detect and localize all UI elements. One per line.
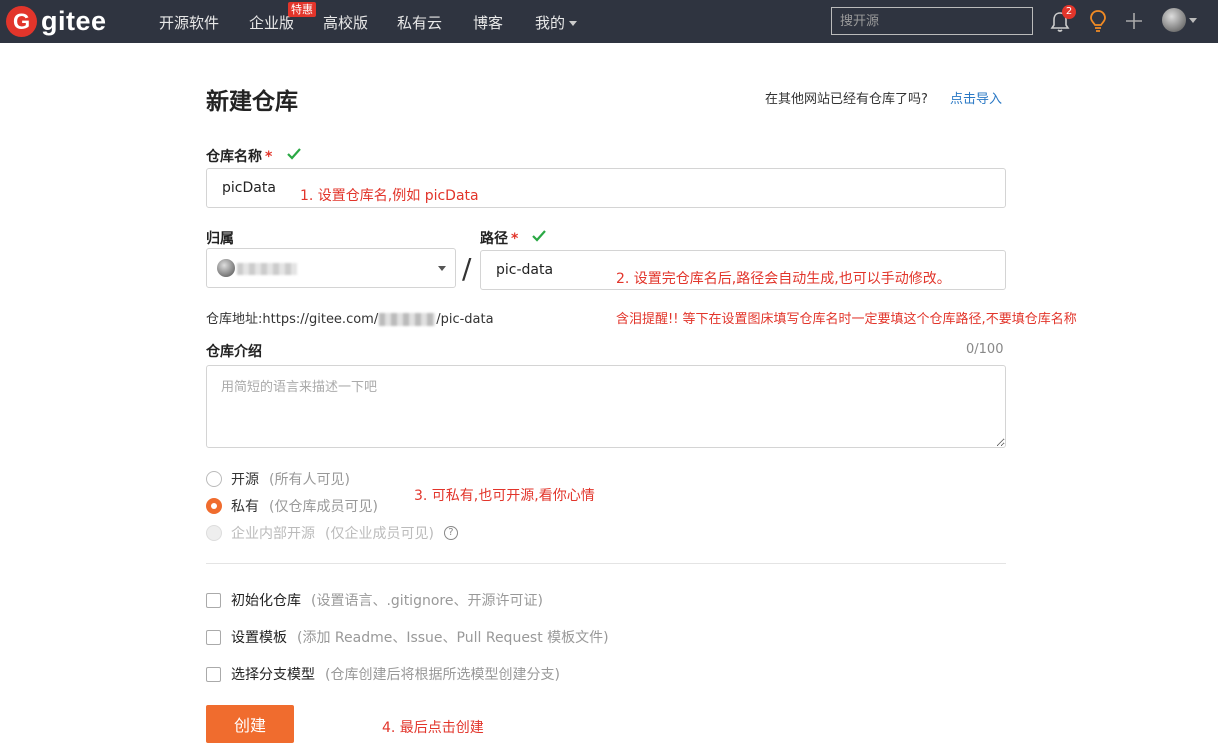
- import-question: 在其他网站已经有仓库了吗?: [765, 92, 928, 107]
- nav-blog[interactable]: 博客: [473, 12, 503, 33]
- owner-path-separator: /: [462, 252, 472, 285]
- question-mark-icon[interactable]: ?: [443, 526, 458, 540]
- plus-icon[interactable]: [1124, 11, 1144, 31]
- owner-label: 归属: [206, 231, 234, 247]
- option-branch-model-hint: (仓库创建后将根据所选模型创建分支): [325, 667, 560, 683]
- gitee-logo-text: gitee: [41, 6, 107, 36]
- checkbox-init-repo[interactable]: [206, 592, 221, 608]
- path-label: 路径 *: [480, 228, 518, 248]
- checkbox-branch-model[interactable]: [206, 666, 221, 682]
- option-init-repo-label: 初始化仓库: [231, 593, 301, 609]
- nav-mine-menu[interactable]: 我的: [535, 12, 578, 33]
- radio-open-source[interactable]: [206, 471, 222, 487]
- chevron-down-icon: [438, 266, 446, 271]
- search-input[interactable]: [831, 7, 1033, 35]
- repo-name-label-text: 仓库名称: [206, 149, 262, 165]
- repo-address-owner-redacted: [379, 313, 436, 326]
- checkbox-template[interactable]: [206, 629, 221, 645]
- avatar-chevron-down-icon[interactable]: [1189, 18, 1197, 23]
- visibility-enterprise-label: 企业内部开源: [231, 526, 315, 542]
- description-label: 仓库介绍: [206, 344, 262, 360]
- annotation-note-3: 3. 可私有,也可开源,看你心情: [414, 488, 595, 504]
- gitee-logo-icon: G: [6, 6, 37, 37]
- notification-count-badge: 2: [1062, 5, 1076, 19]
- required-mark: *: [511, 231, 519, 247]
- repo-address: 仓库地址:https://gitee.com/ /pic-data: [206, 308, 494, 327]
- option-template[interactable]: 设置模板 (添加 Readme、Issue、Pull Request 模板文件): [206, 627, 609, 647]
- repo-address-suffix: /pic-data: [436, 312, 494, 327]
- visibility-private-label: 私有: [231, 499, 259, 515]
- page-title: 新建仓库: [206, 89, 298, 115]
- option-branch-model[interactable]: 选择分支模型 (仓库创建后将根据所选模型创建分支): [206, 664, 560, 684]
- option-template-hint: (添加 Readme、Issue、Pull Request 模板文件): [297, 630, 609, 646]
- required-mark: *: [265, 149, 273, 165]
- option-template-label: 设置模板: [231, 630, 287, 646]
- visibility-open-source-hint: (所有人可见): [269, 472, 350, 488]
- check-icon: [287, 148, 301, 160]
- nav-private-cloud[interactable]: 私有云: [397, 12, 442, 33]
- gitee-logo[interactable]: G gitee: [6, 6, 107, 37]
- visibility-enterprise-internal: 企业内部开源 (仅企业成员可见) ?: [206, 523, 458, 543]
- lightbulb-icon[interactable]: [1088, 9, 1108, 33]
- annotation-note-4: 4. 最后点击创建: [382, 720, 484, 736]
- annotation-note-1: 1. 设置仓库名,例如 picData: [300, 188, 479, 204]
- user-avatar[interactable]: [1162, 8, 1186, 32]
- promo-badge: 特惠: [288, 2, 316, 17]
- option-branch-model-label: 选择分支模型: [231, 667, 315, 683]
- annotation-warning: 含泪提醒!! 等下在设置图床填写仓库名时一定要填这个仓库路径,不要填仓库名称: [616, 312, 1077, 327]
- check-icon: [532, 230, 546, 242]
- import-link[interactable]: 点击导入: [950, 88, 1002, 107]
- visibility-private-hint: (仅仓库成员可见): [269, 499, 378, 515]
- radio-private[interactable]: [206, 498, 222, 514]
- annotation-note-2: 2. 设置完仓库名后,路径会自动生成,也可以手动修改。: [616, 271, 951, 287]
- owner-avatar: [217, 259, 235, 277]
- top-navbar: G gitee 开源软件 企业版 特惠 高校版 私有云 博客 我的 2: [0, 0, 1218, 43]
- option-init-repo-hint: (设置语言、.gitignore、开源许可证): [311, 593, 543, 609]
- radio-enterprise-internal: [206, 525, 222, 541]
- nav-open-source[interactable]: 开源软件: [159, 12, 219, 33]
- repo-name-label: 仓库名称 *: [206, 146, 272, 166]
- path-label-text: 路径: [480, 231, 508, 247]
- visibility-open-source[interactable]: 开源 (所有人可见): [206, 469, 350, 489]
- nav-education[interactable]: 高校版: [323, 12, 368, 33]
- option-init-repo[interactable]: 初始化仓库 (设置语言、.gitignore、开源许可证): [206, 590, 543, 610]
- create-button[interactable]: 创建: [206, 705, 294, 743]
- visibility-private[interactable]: 私有 (仅仓库成员可见): [206, 496, 378, 516]
- nav-mine-label: 我的: [535, 14, 566, 32]
- section-divider: [206, 563, 1006, 564]
- repo-address-prefix: 仓库地址:https://gitee.com/: [206, 312, 379, 327]
- visibility-open-source-label: 开源: [231, 472, 259, 488]
- chevron-down-icon: [569, 21, 578, 26]
- description-counter: 0/100: [966, 342, 1004, 357]
- owner-select[interactable]: [206, 248, 456, 288]
- visibility-enterprise-hint: (仅企业成员可见): [325, 526, 434, 542]
- description-textarea[interactable]: [206, 365, 1006, 448]
- owner-name-redacted: [237, 263, 297, 275]
